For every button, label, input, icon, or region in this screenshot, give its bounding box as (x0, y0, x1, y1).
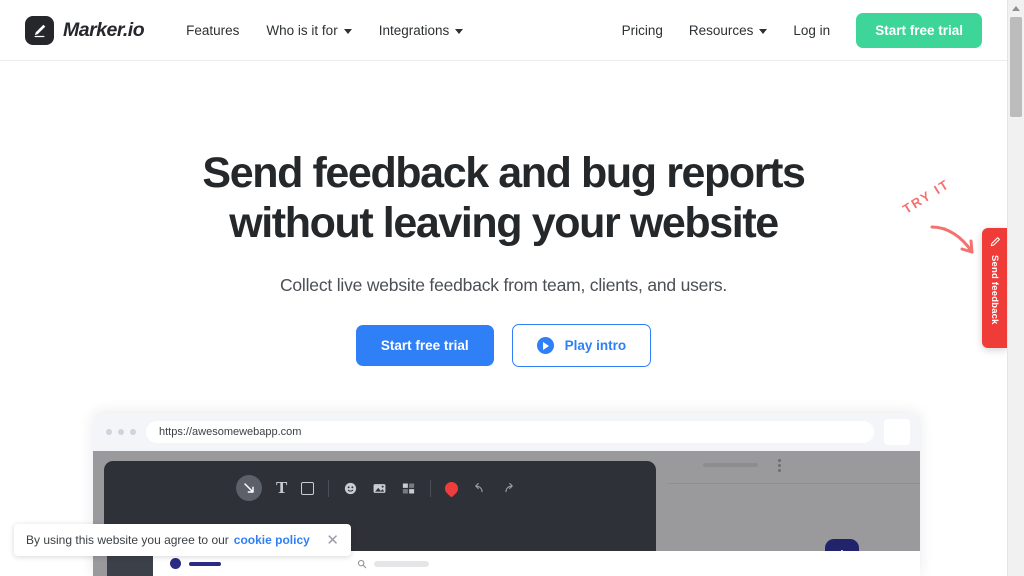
window-control-dots (106, 429, 136, 435)
mockup-url-text: https://awesomewebapp.com (159, 426, 302, 438)
image-tool-icon[interactable] (372, 481, 387, 496)
send-feedback-tab-label: Send feedback (989, 255, 1000, 325)
emoji-tool-icon[interactable] (343, 481, 358, 496)
primary-nav: Features Who is it for Integrations (186, 22, 464, 38)
close-icon[interactable]: ✕ (326, 533, 339, 548)
brand-name: Marker.io (63, 18, 145, 41)
cookie-banner-text: By using this website you agree to our (26, 533, 229, 547)
toolbar-divider (430, 479, 432, 497)
window-dot (118, 429, 124, 435)
strip-logo-dot (170, 558, 181, 569)
marker-pen-icon (25, 15, 54, 45)
undo-icon[interactable] (472, 481, 487, 496)
hero-subtitle: Collect live website feedback from team,… (279, 275, 728, 295)
strip-search-field[interactable] (357, 559, 429, 569)
strip-search-placeholder (374, 560, 429, 567)
hero-title-line-1: Send feedback and bug reports (202, 149, 806, 197)
page-title: Send feedback and bug reports without le… (0, 152, 1007, 245)
hero-section: Send feedback and bug reports without le… (0, 61, 1007, 367)
header-start-free-trial-button[interactable]: Start free trial (856, 12, 982, 48)
nav-item-log-in[interactable]: Log in (793, 23, 830, 38)
annotation-toolbar: T (236, 475, 516, 501)
rectangle-tool-icon[interactable] (301, 481, 315, 495)
redo-icon[interactable] (501, 481, 516, 496)
hero-cta-group: Start free trial Play intro (0, 324, 1007, 367)
pane-divider (668, 483, 920, 484)
scrollbar-thumb[interactable] (1010, 17, 1022, 117)
site-header: Marker.io Features Who is it for Integra… (0, 0, 1007, 61)
search-icon (357, 559, 367, 568)
toolbar-divider (328, 479, 330, 497)
blur-tool-icon[interactable] (401, 481, 416, 496)
mockup-chrome-bar: https://awesomewebapp.com (93, 413, 920, 451)
nav-item-resources[interactable]: Resources (689, 23, 768, 38)
chevron-down-icon (759, 28, 768, 34)
brand-logo[interactable]: Marker.io (25, 15, 145, 45)
page-scrollbar[interactable] (1007, 0, 1024, 576)
cookie-banner: By using this website you agree to our c… (14, 524, 351, 556)
more-vertical-icon[interactable] (778, 459, 781, 472)
mockup-side-panel-square (884, 419, 910, 445)
nav-label: Who is it for (266, 22, 338, 38)
mockup-url-bar[interactable]: https://awesomewebapp.com (146, 421, 874, 443)
window-dot (106, 429, 112, 435)
play-circle-icon (536, 337, 554, 354)
nav-label: Log in (793, 22, 831, 38)
nav-item-features[interactable]: Features (186, 23, 239, 38)
hero-start-free-trial-button[interactable]: Start free trial (355, 325, 494, 366)
cursor-arrow-icon[interactable] (236, 475, 262, 501)
nav-label: Integrations (378, 22, 450, 38)
strip-logo-line (189, 561, 221, 566)
hero-title-line-2: without leaving your website (229, 199, 779, 247)
try-it-annotation: TRY IT (900, 176, 974, 254)
scroll-up-button[interactable] (1008, 0, 1024, 16)
nav-label: Features (186, 22, 240, 38)
color-swatch-red-icon[interactable] (442, 478, 462, 498)
text-tool-icon[interactable]: T (276, 478, 287, 498)
nav-label: Pricing (621, 22, 663, 38)
send-feedback-tab[interactable]: Send feedback (982, 228, 1007, 348)
placeholder-bar (703, 463, 758, 467)
page-root: Marker.io Features Who is it for Integra… (0, 0, 1024, 576)
cookie-policy-link[interactable]: cookie policy (234, 533, 310, 547)
pencil-icon (990, 237, 1000, 247)
chevron-down-icon (455, 28, 464, 34)
nav-item-integrations[interactable]: Integrations (379, 23, 464, 38)
window-dot (130, 429, 136, 435)
play-intro-label: Play intro (564, 338, 627, 353)
secondary-nav: Pricing Resources Log in Start free tria… (622, 12, 982, 48)
play-intro-button[interactable]: Play intro (511, 324, 652, 367)
nav-item-who-is-it-for[interactable]: Who is it for (266, 22, 352, 38)
chevron-down-icon (343, 28, 352, 34)
curved-arrow-icon (930, 225, 974, 254)
nav-label: Resources (688, 22, 754, 38)
nav-item-pricing[interactable]: Pricing (622, 23, 663, 38)
